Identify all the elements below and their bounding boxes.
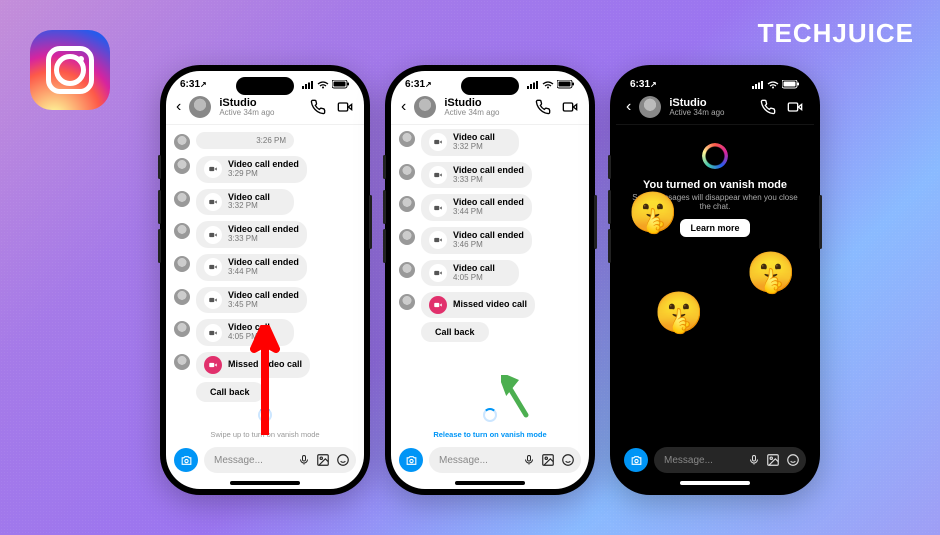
message-row: Video call3:32 PM [399,129,581,156]
vanish-mode-ring-icon [702,143,728,169]
battery-icon [557,80,575,89]
loading-spinner [483,408,497,422]
message-row: Video call ended3:44 PM [174,254,356,281]
chat-body[interactable]: Video call3:32 PM Video call ended3:33 P… [391,125,589,441]
sticker-icon[interactable] [336,453,350,467]
signal-icon [527,81,539,89]
message-row: Video call4:05 PM [399,260,581,287]
swipe-hint: Swipe up to turn on vanish mode [174,430,356,439]
gallery-icon[interactable] [541,453,555,467]
message-row: Video call3:32 PM [174,189,356,216]
video-call-icon[interactable] [336,99,354,115]
loading-spinner [258,408,272,422]
message-row: Video call4:05 PM [174,319,356,346]
message-placeholder: Message... [214,455,263,466]
message-placeholder: Message... [664,455,713,466]
chat-body[interactable]: You turned on vanish mode Seen messages … [616,125,814,441]
signal-icon [302,81,314,89]
message-input[interactable]: Message... [204,447,356,473]
message-row: Video call ended3:29 PM [174,156,356,183]
audio-call-icon[interactable] [535,99,551,115]
message-row: Video call ended3:45 PM [174,287,356,314]
message-row: Video call ended3:33 PM [399,162,581,189]
shush-emoji-icon: 🤫 [654,289,704,336]
avatar[interactable] [189,96,211,118]
gallery-icon[interactable] [766,453,780,467]
audio-call-icon[interactable] [310,99,326,115]
phone-mock-3: 6:31↗ ‹ iStudio Active 34m ago [610,65,820,495]
dynamic-island [461,77,519,95]
video-call-icon[interactable] [561,99,579,115]
chat-user-status: Active 34m ago [219,109,302,117]
wifi-icon [542,81,554,89]
shush-emoji-icon: 🤫 [628,189,678,236]
message-row: 3:26 PM [174,132,356,150]
instagram-badge-icon [30,30,110,110]
message-row: Video call ended3:44 PM [399,194,581,221]
wifi-icon [767,81,779,89]
callback-button[interactable]: Call back [196,382,264,402]
message-row: Video call ended3:46 PM [399,227,581,254]
camera-button[interactable] [174,448,198,472]
audio-call-icon[interactable] [760,99,776,115]
learn-more-button[interactable]: Learn more [680,219,749,237]
chat-user-info[interactable]: iStudio Active 34m ago [669,98,752,117]
shush-emoji-icon: 🤫 [746,249,796,296]
gallery-icon[interactable] [316,453,330,467]
home-indicator[interactable] [230,481,300,485]
home-indicator[interactable] [455,481,525,485]
callback-button[interactable]: Call back [421,322,489,342]
chat-body[interactable]: 3:26 PM Video call ended3:29 PM Video ca… [166,125,364,441]
back-button[interactable]: ‹ [401,98,406,116]
chat-user-name: iStudio [219,98,302,109]
avatar[interactable] [414,96,436,118]
wifi-icon [317,81,329,89]
message-row: Missed video call [174,352,356,378]
chat-user-info[interactable]: iStudio Active 34m ago [444,98,527,117]
back-button[interactable]: ‹ [176,98,181,116]
chat-user-info[interactable]: iStudio Active 34m ago [219,98,302,117]
sticker-icon[interactable] [561,453,575,467]
chat-user-status: Active 34m ago [669,109,752,117]
message-row: Video call ended3:33 PM [174,221,356,248]
signal-icon [752,81,764,89]
message-placeholder: Message... [439,455,488,466]
camera-button[interactable] [399,448,423,472]
dynamic-island [686,77,744,95]
phone-mock-1: 6:31↗ ‹ iStudio Active 34m ago [160,65,370,495]
brand-logo-text: TECHJUICE [758,18,914,49]
chat-user-status: Active 34m ago [444,109,527,117]
message-row: Missed video call [399,292,581,318]
back-button[interactable]: ‹ [626,98,631,116]
mic-icon[interactable] [748,453,760,467]
video-call-icon[interactable] [786,99,804,115]
release-hint: Release to turn on vanish mode [399,430,581,439]
phone-mock-2: 6:31↗ ‹ iStudio Active 34m ago [385,65,595,495]
home-indicator[interactable] [680,481,750,485]
battery-icon [332,80,350,89]
mic-icon[interactable] [298,453,310,467]
mic-icon[interactable] [523,453,535,467]
avatar[interactable] [639,96,661,118]
battery-icon [782,80,800,89]
chat-user-name: iStudio [444,98,527,109]
chat-user-name: iStudio [669,98,752,109]
message-input[interactable]: Message... [429,447,581,473]
dynamic-island [236,77,294,95]
sticker-icon[interactable] [786,453,800,467]
camera-button[interactable] [624,448,648,472]
message-input[interactable]: Message... [654,447,806,473]
